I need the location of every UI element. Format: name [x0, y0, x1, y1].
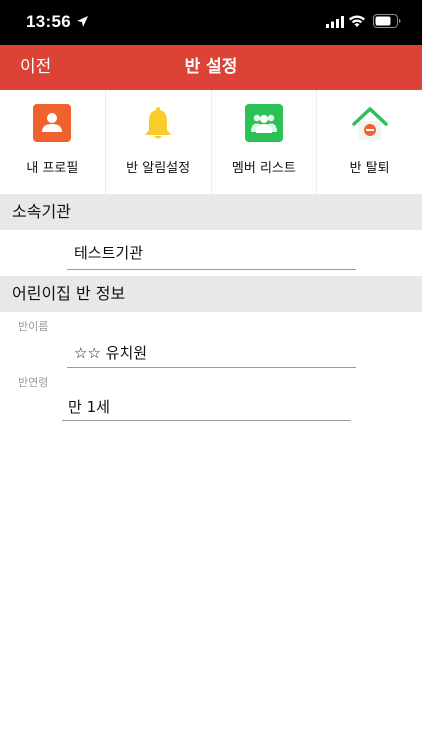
members-icon: [244, 104, 283, 142]
cellular-signal-icon: [326, 16, 344, 28]
menu-label: 반 탈퇴: [349, 161, 390, 176]
class-name-label: 반이름: [18, 320, 49, 333]
class-age-label: 반연령: [18, 376, 49, 389]
affiliation-field[interactable]: 테스트기관: [74, 242, 143, 263]
menu-label: 내 프로필: [26, 161, 79, 176]
menu-item-notification-settings[interactable]: 반 알림설정: [106, 90, 212, 194]
profile-icon: [33, 104, 72, 142]
class-age-underline: [62, 420, 351, 421]
menu-label: 반 알림설정: [126, 161, 191, 176]
section-header-label: 어린이집 반 정보: [12, 284, 126, 303]
menu-row: 내 프로필 반 알림설정 멤버 리스트 반 탈퇴: [0, 90, 422, 194]
menu-label: 멤버 리스트: [231, 161, 296, 176]
leave-class-icon: [351, 107, 388, 140]
class-name-field[interactable]: ☆☆ 유치원: [74, 342, 147, 363]
affiliation-underline: [67, 269, 356, 270]
menu-item-member-list[interactable]: 멤버 리스트: [212, 90, 318, 194]
status-time: 13:56: [26, 12, 71, 31]
navigation-bar: 이전 반 설정: [0, 45, 422, 90]
menu-item-my-profile[interactable]: 내 프로필: [0, 90, 106, 194]
class-name-underline: [67, 367, 356, 368]
wifi-icon: [349, 15, 365, 27]
class-age-field[interactable]: 만 1세: [68, 396, 110, 417]
page-title: 반 설정: [184, 57, 238, 77]
location-arrow-icon: [77, 16, 88, 27]
section-header-affiliation: 소속기관: [0, 194, 422, 230]
section-header-class-info: 어린이집 반 정보: [0, 276, 422, 312]
status-bar: 13:56: [0, 0, 422, 45]
bell-icon: [145, 107, 172, 139]
menu-item-leave-class[interactable]: 반 탈퇴: [317, 90, 422, 194]
section-header-label: 소속기관: [12, 202, 71, 221]
battery-icon: [373, 14, 401, 28]
